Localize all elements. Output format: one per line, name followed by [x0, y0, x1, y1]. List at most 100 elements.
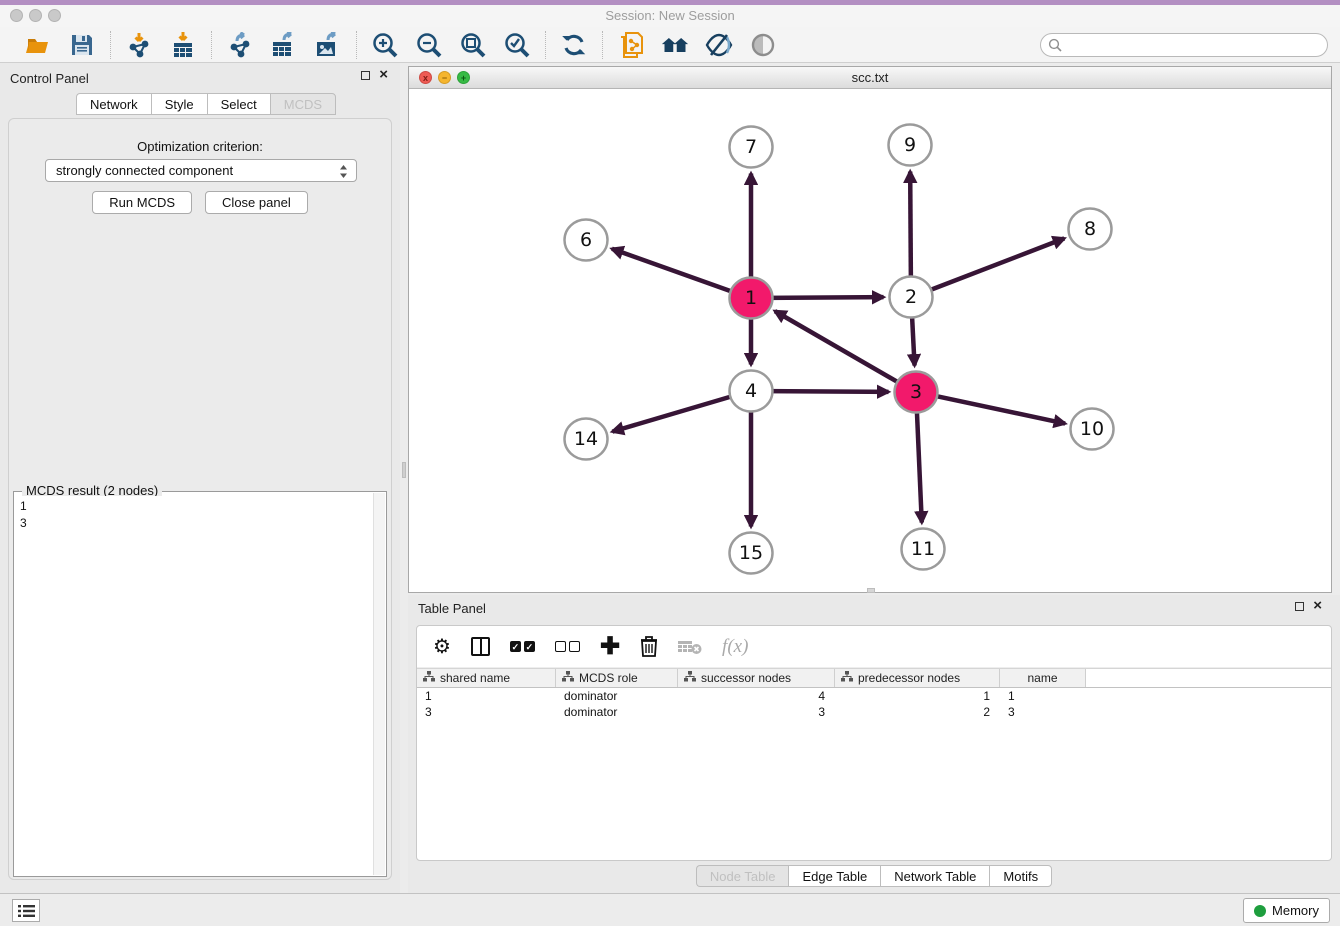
tab-node-table[interactable]: Node Table — [696, 865, 789, 887]
column-header-shared-name[interactable]: shared name — [417, 669, 556, 687]
graph-node-8[interactable]: 8 — [1069, 209, 1112, 250]
control-panel-float-icon[interactable] — [361, 71, 370, 80]
toolbar-search — [1040, 33, 1328, 57]
svg-text:9: 9 — [904, 134, 916, 156]
node-table-container: ⚙ ✓✓ ✚ f(x) shared nameMCDS rolesuccesso… — [416, 625, 1332, 861]
column-header-name[interactable]: name — [1000, 669, 1086, 687]
window-resize-handle[interactable] — [867, 588, 875, 593]
import-network-icon[interactable] — [125, 31, 153, 59]
graph-node-6[interactable]: 6 — [565, 220, 608, 261]
edge-2-9[interactable] — [910, 171, 911, 280]
edge-3-11[interactable] — [917, 408, 922, 522]
tab-edge-table[interactable]: Edge Table — [788, 865, 880, 887]
table-panel-float-icon[interactable] — [1295, 602, 1304, 611]
graph-node-1[interactable]: 1 — [730, 278, 773, 319]
table-cell[interactable]: 1 — [1000, 688, 1086, 704]
criterion-select[interactable]: strongly connected component — [45, 159, 357, 182]
function-builder-icon[interactable]: f(x) — [722, 636, 748, 658]
show-graphics-icon[interactable] — [749, 31, 777, 59]
open-session-icon[interactable] — [24, 31, 52, 59]
refresh-icon[interactable] — [560, 31, 588, 59]
column-header-successor-nodes[interactable]: successor nodes — [678, 669, 835, 687]
table-cell[interactable]: 2 — [835, 704, 1000, 720]
graph-node-15[interactable]: 15 — [730, 533, 773, 574]
svg-text:10: 10 — [1080, 418, 1104, 440]
edge-2-3[interactable] — [912, 313, 915, 365]
import-table-icon[interactable] — [169, 31, 197, 59]
zoom-in-icon[interactable] — [371, 31, 399, 59]
tab-select[interactable]: Select — [207, 93, 270, 115]
network-window-title: scc.txt — [409, 70, 1331, 85]
table-cell[interactable]: 3 — [678, 704, 835, 720]
graph-node-2[interactable]: 2 — [890, 277, 933, 318]
save-session-icon[interactable] — [68, 31, 96, 59]
table-cell[interactable]: 3 — [417, 704, 556, 720]
select-all-icon[interactable]: ✓✓ — [510, 641, 535, 652]
tab-style[interactable]: Style — [151, 93, 207, 115]
result-scrollbar[interactable] — [373, 493, 385, 875]
home-icon[interactable] — [661, 31, 689, 59]
control-panel-close-icon[interactable]: × — [379, 70, 388, 80]
column-header-MCDS-role[interactable]: MCDS role — [556, 669, 678, 687]
run-mcds-button[interactable]: Run MCDS — [92, 191, 192, 214]
edge-2-8[interactable] — [927, 238, 1064, 291]
tab-network-table[interactable]: Network Table — [880, 865, 989, 887]
tab-network[interactable]: Network — [76, 93, 151, 115]
panel-splitter[interactable] — [400, 63, 408, 893]
split-pane-icon[interactable] — [471, 637, 490, 656]
memory-button[interactable]: Memory — [1243, 898, 1330, 923]
edge-3-10[interactable] — [933, 395, 1065, 423]
graph-node-10[interactable]: 10 — [1071, 409, 1114, 450]
export-image-icon[interactable] — [314, 31, 342, 59]
export-table-icon[interactable] — [270, 31, 298, 59]
network-window-titlebar[interactable]: x − + scc.txt — [409, 67, 1331, 89]
table-panel-title: Table Panel — [418, 601, 486, 616]
edge-1-2[interactable] — [768, 297, 883, 298]
table-row[interactable]: 3dominator323 — [417, 704, 1331, 720]
table-cell[interactable]: 4 — [678, 688, 835, 704]
tab-motifs[interactable]: Motifs — [989, 865, 1052, 887]
edge-4-3[interactable] — [768, 391, 888, 392]
table-cell[interactable]: 1 — [417, 688, 556, 704]
table-row[interactable]: 1dominator411 — [417, 688, 1331, 704]
column-header-predecessor-nodes[interactable]: predecessor nodes — [835, 669, 1000, 687]
network-graph[interactable]: 7 9 6 8 1 2 4 3 14 10 15 11 — [409, 89, 1331, 592]
table-settings-icon[interactable]: ⚙ — [433, 634, 451, 659]
hierarchy-icon — [684, 671, 696, 685]
table-cell[interactable]: 1 — [835, 688, 1000, 704]
network-style-icon[interactable] — [617, 31, 645, 59]
zoom-selected-icon[interactable] — [503, 31, 531, 59]
edge-4-14[interactable] — [612, 396, 734, 432]
table-cell[interactable]: dominator — [556, 704, 678, 720]
graph-node-11[interactable]: 11 — [902, 529, 945, 570]
criterion-value: strongly connected component — [56, 163, 233, 178]
graph-node-14[interactable]: 14 — [565, 419, 608, 460]
network-canvas[interactable]: 7 9 6 8 1 2 4 3 14 10 15 11 — [409, 89, 1331, 592]
edge-3-1[interactable] — [775, 311, 901, 384]
hide-graphics-details-icon[interactable] — [705, 31, 733, 59]
search-input[interactable] — [1040, 33, 1328, 57]
table-cell[interactable]: 3 — [1000, 704, 1086, 720]
close-panel-button[interactable]: Close panel — [205, 191, 308, 214]
task-history-button[interactable] — [12, 899, 40, 922]
zoom-out-icon[interactable] — [415, 31, 443, 59]
graph-node-4[interactable]: 4 — [730, 371, 773, 412]
destroy-column-icon[interactable] — [678, 639, 702, 655]
table-cell[interactable]: dominator — [556, 688, 678, 704]
add-column-icon[interactable]: ✚ — [600, 637, 620, 657]
export-network-icon[interactable] — [226, 31, 254, 59]
edge-1-6[interactable] — [612, 249, 735, 293]
zoom-fit-icon[interactable] — [459, 31, 487, 59]
table-toolbar: ⚙ ✓✓ ✚ f(x) — [417, 626, 1331, 668]
search-icon — [1048, 38, 1062, 55]
graph-node-3[interactable]: 3 — [895, 372, 938, 413]
deselect-all-icon[interactable] — [555, 641, 580, 652]
graph-node-7[interactable]: 7 — [730, 127, 773, 168]
splitter-handle[interactable] — [402, 462, 406, 478]
graph-node-9[interactable]: 9 — [889, 125, 932, 166]
mcds-result-text[interactable]: 1 3 — [16, 496, 372, 874]
tab-mcds[interactable]: MCDS — [270, 93, 336, 115]
delete-column-icon[interactable] — [640, 636, 658, 657]
table-panel-close-icon[interactable]: × — [1313, 601, 1322, 611]
svg-text:15: 15 — [739, 542, 763, 564]
